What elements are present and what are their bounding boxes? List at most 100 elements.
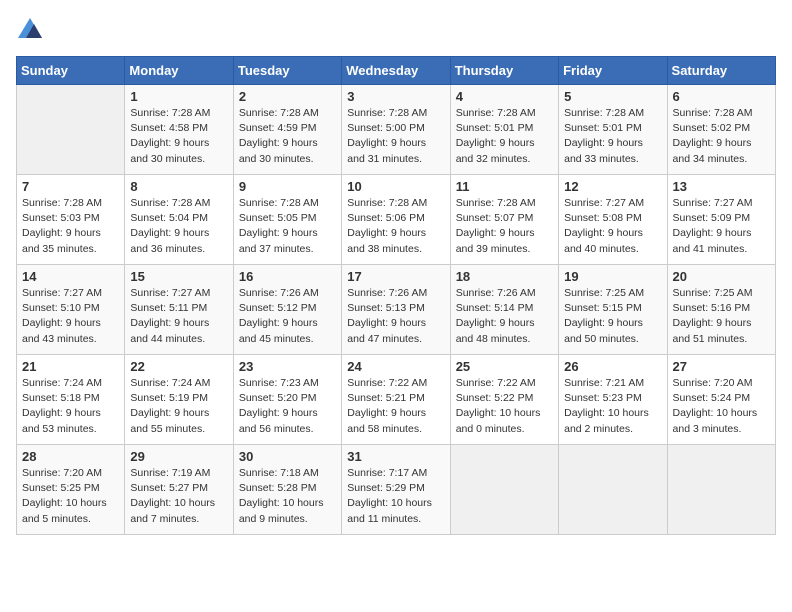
calendar-cell: 23 Sunrise: 7:23 AM Sunset: 5:20 PM Dayli… xyxy=(233,355,341,445)
day-info: Sunrise: 7:24 AM Sunset: 5:18 PM Dayligh… xyxy=(22,376,119,437)
day-info: Sunrise: 7:27 AM Sunset: 5:09 PM Dayligh… xyxy=(673,196,770,257)
calendar-cell: 4 Sunrise: 7:28 AM Sunset: 5:01 PM Daylig… xyxy=(450,85,558,175)
day-info: Sunrise: 7:27 AM Sunset: 5:08 PM Dayligh… xyxy=(564,196,661,257)
day-info: Sunrise: 7:22 AM Sunset: 5:22 PM Dayligh… xyxy=(456,376,553,437)
calendar-cell xyxy=(17,85,125,175)
day-number: 11 xyxy=(456,179,553,194)
day-number: 13 xyxy=(673,179,770,194)
day-info: Sunrise: 7:28 AM Sunset: 5:01 PM Dayligh… xyxy=(456,106,553,167)
day-info: Sunrise: 7:28 AM Sunset: 5:05 PM Dayligh… xyxy=(239,196,336,257)
day-info: Sunrise: 7:28 AM Sunset: 5:01 PM Dayligh… xyxy=(564,106,661,167)
calendar-week-row: 7 Sunrise: 7:28 AM Sunset: 5:03 PM Daylig… xyxy=(17,175,776,265)
day-info: Sunrise: 7:24 AM Sunset: 5:19 PM Dayligh… xyxy=(130,376,227,437)
day-number: 24 xyxy=(347,359,444,374)
calendar-cell: 26 Sunrise: 7:21 AM Sunset: 5:23 PM Dayli… xyxy=(559,355,667,445)
calendar-cell xyxy=(559,445,667,535)
calendar-cell: 29Sunrise: 7:19 AM Sunset: 5:27 PM Dayli… xyxy=(125,445,233,535)
day-info: Sunrise: 7:28 AM Sunset: 4:58 PM Dayligh… xyxy=(130,106,227,167)
day-number: 22 xyxy=(130,359,227,374)
weekday-header-saturday: Saturday xyxy=(667,57,775,85)
calendar-cell: 9 Sunrise: 7:28 AM Sunset: 5:05 PM Daylig… xyxy=(233,175,341,265)
day-number: 1 xyxy=(130,89,227,104)
weekday-header-tuesday: Tuesday xyxy=(233,57,341,85)
calendar-cell: 6 Sunrise: 7:28 AM Sunset: 5:02 PM Daylig… xyxy=(667,85,775,175)
calendar-cell: 21Sunrise: 7:24 AM Sunset: 5:18 PM Dayli… xyxy=(17,355,125,445)
day-info: Sunrise: 7:27 AM Sunset: 5:10 PM Dayligh… xyxy=(22,286,119,347)
calendar-cell: 17Sunrise: 7:26 AM Sunset: 5:13 PM Dayli… xyxy=(342,265,450,355)
calendar-cell: 27Sunrise: 7:20 AM Sunset: 5:24 PM Dayli… xyxy=(667,355,775,445)
calendar-cell xyxy=(450,445,558,535)
day-info: Sunrise: 7:28 AM Sunset: 5:02 PM Dayligh… xyxy=(673,106,770,167)
day-number: 14 xyxy=(22,269,119,284)
calendar-cell: 10 Sunrise: 7:28 AM Sunset: 5:06 PM Dayli… xyxy=(342,175,450,265)
weekday-header-thursday: Thursday xyxy=(450,57,558,85)
logo-icon xyxy=(16,16,44,44)
calendar-cell xyxy=(667,445,775,535)
weekday-header-sunday: Sunday xyxy=(17,57,125,85)
calendar-cell: 16 Sunrise: 7:26 AM Sunset: 5:12 PM Dayli… xyxy=(233,265,341,355)
day-number: 31 xyxy=(347,449,444,464)
calendar-cell: 31 Sunrise: 7:17 AM Sunset: 5:29 PM Dayli… xyxy=(342,445,450,535)
day-info: Sunrise: 7:28 AM Sunset: 5:04 PM Dayligh… xyxy=(130,196,227,257)
logo xyxy=(16,16,48,44)
calendar-week-row: 14 Sunrise: 7:27 AM Sunset: 5:10 PM Dayli… xyxy=(17,265,776,355)
day-number: 3 xyxy=(347,89,444,104)
calendar-cell: 7 Sunrise: 7:28 AM Sunset: 5:03 PM Daylig… xyxy=(17,175,125,265)
day-info: Sunrise: 7:19 AM Sunset: 5:27 PM Dayligh… xyxy=(130,466,227,527)
calendar-week-row: 1 Sunrise: 7:28 AM Sunset: 4:58 PM Daylig… xyxy=(17,85,776,175)
day-info: Sunrise: 7:20 AM Sunset: 5:25 PM Dayligh… xyxy=(22,466,119,527)
day-number: 7 xyxy=(22,179,119,194)
day-number: 25 xyxy=(456,359,553,374)
day-number: 26 xyxy=(564,359,661,374)
day-number: 15 xyxy=(130,269,227,284)
weekday-header-monday: Monday xyxy=(125,57,233,85)
day-info: Sunrise: 7:27 AM Sunset: 5:11 PM Dayligh… xyxy=(130,286,227,347)
day-number: 23 xyxy=(239,359,336,374)
calendar-table: SundayMondayTuesdayWednesdayThursdayFrid… xyxy=(16,56,776,535)
calendar-week-row: 28 Sunrise: 7:20 AM Sunset: 5:25 PM Dayli… xyxy=(17,445,776,535)
calendar-cell: 30Sunrise: 7:18 AM Sunset: 5:28 PM Dayli… xyxy=(233,445,341,535)
day-info: Sunrise: 7:17 AM Sunset: 5:29 PM Dayligh… xyxy=(347,466,444,527)
calendar-cell: 15 Sunrise: 7:27 AM Sunset: 5:11 PM Dayli… xyxy=(125,265,233,355)
day-info: Sunrise: 7:26 AM Sunset: 5:13 PM Dayligh… xyxy=(347,286,444,347)
day-info: Sunrise: 7:28 AM Sunset: 5:03 PM Dayligh… xyxy=(22,196,119,257)
calendar-cell: 12 Sunrise: 7:27 AM Sunset: 5:08 PM Dayli… xyxy=(559,175,667,265)
weekday-header-friday: Friday xyxy=(559,57,667,85)
calendar-week-row: 21Sunrise: 7:24 AM Sunset: 5:18 PM Dayli… xyxy=(17,355,776,445)
calendar-cell: 11 Sunrise: 7:28 AM Sunset: 5:07 PM Dayli… xyxy=(450,175,558,265)
day-number: 9 xyxy=(239,179,336,194)
calendar-cell: 14 Sunrise: 7:27 AM Sunset: 5:10 PM Dayli… xyxy=(17,265,125,355)
day-info: Sunrise: 7:28 AM Sunset: 5:00 PM Dayligh… xyxy=(347,106,444,167)
calendar-cell: 2Sunrise: 7:28 AM Sunset: 4:59 PM Daylig… xyxy=(233,85,341,175)
weekday-header-wednesday: Wednesday xyxy=(342,57,450,85)
calendar-cell: 20Sunrise: 7:25 AM Sunset: 5:16 PM Dayli… xyxy=(667,265,775,355)
calendar-cell: 18Sunrise: 7:26 AM Sunset: 5:14 PM Dayli… xyxy=(450,265,558,355)
calendar-cell: 19 Sunrise: 7:25 AM Sunset: 5:15 PM Dayli… xyxy=(559,265,667,355)
day-info: Sunrise: 7:25 AM Sunset: 5:15 PM Dayligh… xyxy=(564,286,661,347)
day-number: 10 xyxy=(347,179,444,194)
day-info: Sunrise: 7:21 AM Sunset: 5:23 PM Dayligh… xyxy=(564,376,661,437)
day-number: 28 xyxy=(22,449,119,464)
day-number: 4 xyxy=(456,89,553,104)
day-info: Sunrise: 7:26 AM Sunset: 5:14 PM Dayligh… xyxy=(456,286,553,347)
day-number: 6 xyxy=(673,89,770,104)
day-info: Sunrise: 7:28 AM Sunset: 5:07 PM Dayligh… xyxy=(456,196,553,257)
calendar-cell: 8 Sunrise: 7:28 AM Sunset: 5:04 PM Daylig… xyxy=(125,175,233,265)
day-number: 19 xyxy=(564,269,661,284)
day-info: Sunrise: 7:18 AM Sunset: 5:28 PM Dayligh… xyxy=(239,466,336,527)
day-number: 5 xyxy=(564,89,661,104)
day-info: Sunrise: 7:23 AM Sunset: 5:20 PM Dayligh… xyxy=(239,376,336,437)
calendar-cell: 28 Sunrise: 7:20 AM Sunset: 5:25 PM Dayli… xyxy=(17,445,125,535)
day-info: Sunrise: 7:26 AM Sunset: 5:12 PM Dayligh… xyxy=(239,286,336,347)
day-info: Sunrise: 7:28 AM Sunset: 5:06 PM Dayligh… xyxy=(347,196,444,257)
calendar-cell: 1 Sunrise: 7:28 AM Sunset: 4:58 PM Daylig… xyxy=(125,85,233,175)
day-number: 12 xyxy=(564,179,661,194)
calendar-cell: 13 Sunrise: 7:27 AM Sunset: 5:09 PM Dayli… xyxy=(667,175,775,265)
calendar-cell: 22 Sunrise: 7:24 AM Sunset: 5:19 PM Dayli… xyxy=(125,355,233,445)
day-number: 8 xyxy=(130,179,227,194)
day-info: Sunrise: 7:22 AM Sunset: 5:21 PM Dayligh… xyxy=(347,376,444,437)
calendar-cell: 3 Sunrise: 7:28 AM Sunset: 5:00 PM Daylig… xyxy=(342,85,450,175)
day-number: 16 xyxy=(239,269,336,284)
day-info: Sunrise: 7:20 AM Sunset: 5:24 PM Dayligh… xyxy=(673,376,770,437)
calendar-cell: 5 Sunrise: 7:28 AM Sunset: 5:01 PM Daylig… xyxy=(559,85,667,175)
